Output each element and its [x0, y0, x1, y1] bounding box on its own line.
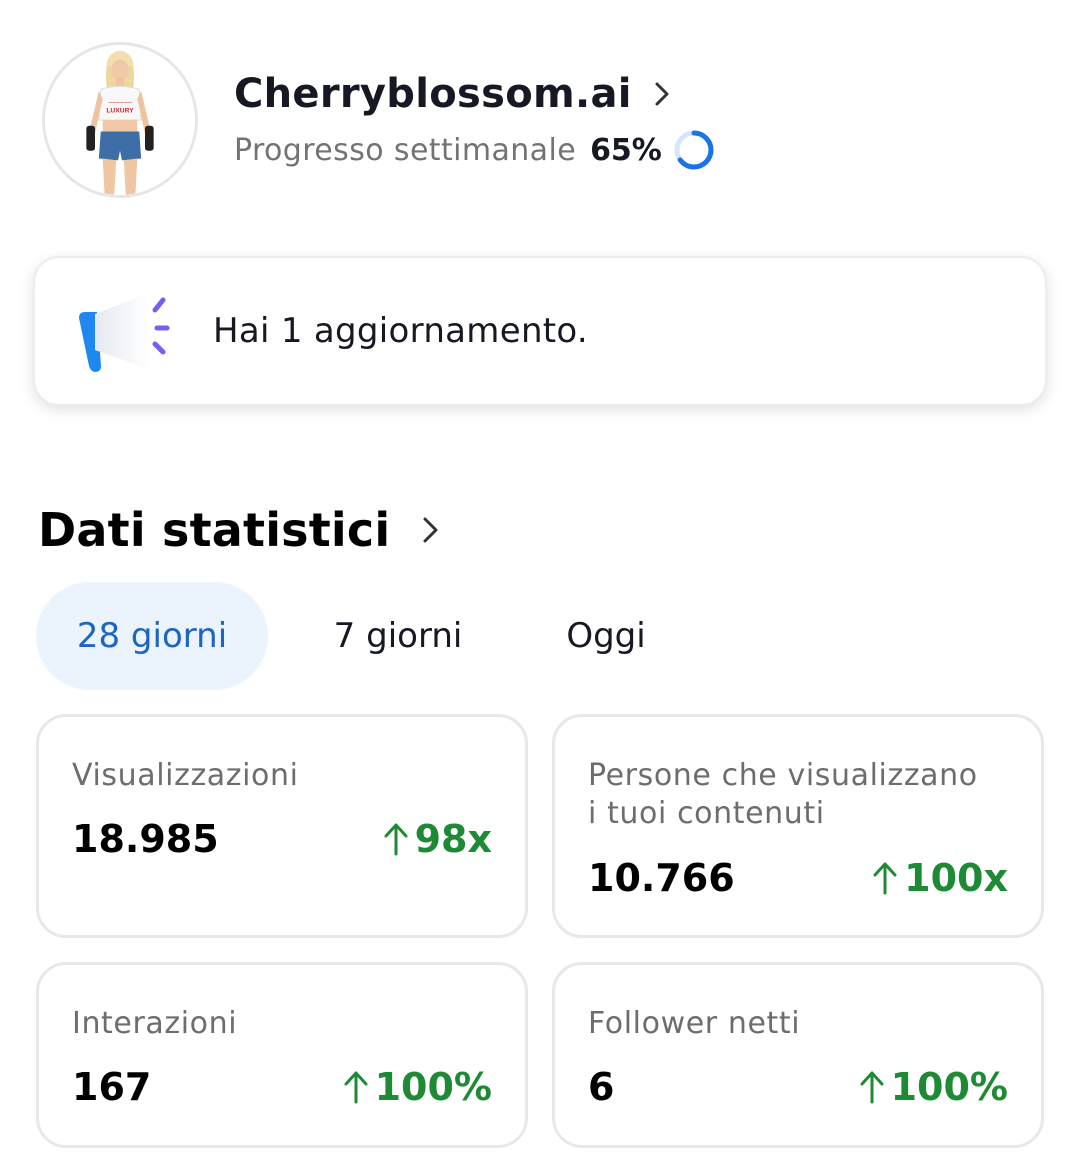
stat-label: Follower netti — [588, 1006, 801, 1041]
avatar[interactable]: ~~~~~~ LUXURY — [42, 42, 198, 198]
banner-text: Hai 1 aggiornamento. — [213, 311, 589, 351]
stat-label: Persone che visualizzano i tuoi contenut… — [588, 757, 978, 833]
svg-text:~~~~~~: ~~~~~~ — [108, 100, 132, 107]
arrow-up-icon — [873, 862, 897, 895]
stat-change-value: 100% — [374, 1065, 492, 1109]
stat-value: 6 — [588, 1065, 615, 1109]
stat-card-net-followers[interactable]: Follower netti 6 100% — [552, 962, 1044, 1148]
stat-value: 167 — [72, 1065, 152, 1109]
profile-name-link[interactable]: Cherryblossom.ai — [234, 68, 670, 120]
avatar-shirt-text: LUXURY — [106, 107, 134, 114]
chevron-right-icon — [422, 515, 440, 545]
stat-change-value: 100x — [904, 856, 1008, 900]
profile-name: Cherryblossom.ai — [234, 71, 632, 117]
stat-change: 100% — [343, 1065, 492, 1109]
megaphone-icon — [75, 292, 171, 372]
chevron-right-icon — [654, 80, 670, 108]
tab-oggi[interactable]: Oggi — [528, 582, 684, 690]
tab-28-giorni[interactable]: 28 giorni — [36, 582, 268, 690]
progress-ring-icon — [672, 128, 716, 172]
stat-change-value: 100% — [890, 1065, 1008, 1109]
stat-label-line: i tuoi contenuti — [588, 796, 825, 831]
stat-card-views[interactable]: Visualizzazioni 18.985 98x — [36, 714, 528, 938]
stat-change: 100x — [872, 856, 1008, 900]
progress-label: Progresso settimanale — [234, 132, 577, 168]
stat-card-interactions[interactable]: Interazioni 167 100% — [36, 962, 528, 1148]
stat-label-line: Persone che visualizzano — [588, 758, 978, 793]
stat-value: 18.985 — [72, 817, 219, 861]
tab-7-giorni[interactable]: 7 giorni — [298, 582, 498, 690]
stats-title-link[interactable]: Dati statistici — [38, 500, 440, 560]
arrow-up-icon — [384, 823, 408, 856]
stat-card-viewers[interactable]: Persone che visualizzano i tuoi contenut… — [552, 714, 1044, 938]
stat-label: Interazioni — [72, 1006, 238, 1041]
arrow-up-icon — [860, 1071, 884, 1104]
stat-change: 98x — [383, 817, 492, 861]
avatar-image: ~~~~~~ LUXURY — [45, 45, 195, 195]
weekly-progress: Progresso settimanale 65% — [234, 126, 716, 174]
stats-title: Dati statistici — [38, 503, 391, 557]
arrow-up-icon — [344, 1071, 368, 1104]
stat-change-value: 98x — [414, 817, 492, 861]
stat-label: Visualizzazioni — [72, 758, 299, 793]
progress-value: 65% — [590, 132, 662, 168]
update-banner[interactable]: Hai 1 aggiornamento. — [33, 256, 1047, 406]
stat-value: 10.766 — [588, 856, 735, 900]
profile-header: ~~~~~~ LUXURY Cherryblossom.ai Progresso… — [42, 42, 1042, 202]
stat-change: 100% — [859, 1065, 1008, 1109]
